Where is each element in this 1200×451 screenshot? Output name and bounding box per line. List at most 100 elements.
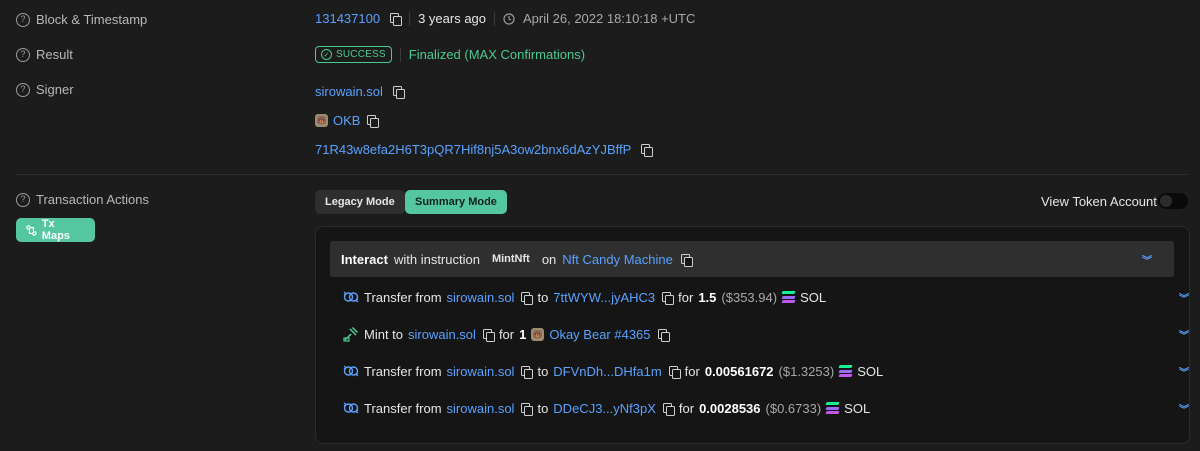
signer-primary-link[interactable]: sirowain.sol xyxy=(315,84,383,99)
action-usd: ($0.6733) xyxy=(765,400,822,416)
action-amount: 0.0028536 xyxy=(699,400,761,416)
instruction-code: MintNft xyxy=(491,253,530,265)
divider xyxy=(494,11,496,26)
sol-token-icon xyxy=(781,291,796,303)
instruction-interact: Interact xyxy=(341,251,388,267)
action-amount: 0.00561672 xyxy=(704,363,774,379)
action-verb: Transfer from xyxy=(364,289,442,305)
transfer-icon xyxy=(343,402,359,414)
action-to-link[interactable]: DDeCJ3...yNf3pX xyxy=(553,401,656,416)
signer-label: ? Signer xyxy=(16,82,74,97)
block-ago: 3 years ago xyxy=(418,11,487,26)
avatar: 🐻 xyxy=(315,114,328,127)
copy-icon[interactable] xyxy=(521,365,534,379)
view-token-account-label: View Token Account xyxy=(1041,194,1157,209)
copy-icon[interactable] xyxy=(367,115,380,128)
result-label-text: Result xyxy=(36,47,73,62)
instruction-on: on xyxy=(541,251,557,267)
signer-primary: sirowain.sol xyxy=(315,84,405,99)
action-usd: ($353.94) xyxy=(721,289,778,305)
copy-icon[interactable] xyxy=(657,328,670,342)
block-number-link[interactable]: 131437100 xyxy=(315,11,380,26)
summary-mode-label: Summary Mode xyxy=(415,196,497,208)
toggle-knob xyxy=(1160,195,1172,207)
action-verb: Mint to xyxy=(364,326,404,342)
copy-icon[interactable] xyxy=(390,13,403,26)
finality-status: Finalized (MAX Confirmations) xyxy=(408,47,586,62)
status-badge: ✓ SUCCESS xyxy=(315,46,392,63)
check-circle-icon: ✓ xyxy=(321,49,332,60)
signer-address: 71R43w8efa2H6T3pQR7Hif8nj5A3ow2bnx6dAzYJ… xyxy=(315,142,654,157)
transfer-icon xyxy=(343,365,359,377)
action-usd: ($1.3253) xyxy=(778,363,835,379)
action-for-word: for xyxy=(678,400,695,416)
transaction-actions-label: ? Transaction Actions xyxy=(16,192,149,207)
chevron-double-down-icon[interactable]: ︾ xyxy=(1179,290,1189,305)
block-timestamp: April 26, 2022 18:10:18 +UTC xyxy=(523,11,696,26)
action-row-transfer-2: Transfer from sirowain.sol to DFVnDh...D… xyxy=(343,363,1189,379)
action-for-word: for xyxy=(684,363,700,379)
action-from-link[interactable]: sirowain.sol xyxy=(447,290,515,305)
copy-icon[interactable] xyxy=(641,144,654,157)
action-for-word: for xyxy=(498,326,515,342)
chevron-double-down-icon[interactable]: ︾ xyxy=(1142,252,1152,267)
question-circle-icon[interactable]: ? xyxy=(16,192,30,207)
action-to-word: to xyxy=(537,289,549,305)
program-link[interactable]: Nft Candy Machine xyxy=(562,252,673,267)
result-label: ? Result xyxy=(16,47,73,62)
block-timestamp-value: 131437100 3 years ago April 26, 2022 18:… xyxy=(315,11,695,26)
signer-address-link[interactable]: 71R43w8efa2H6T3pQR7Hif8nj5A3ow2bnx6dAzYJ… xyxy=(315,142,631,157)
clock-icon xyxy=(503,12,515,25)
copy-icon[interactable] xyxy=(680,253,693,267)
actions-panel: Interact with instruction MintNft on Nft… xyxy=(315,226,1190,444)
action-from-link[interactable]: sirowain.sol xyxy=(447,401,515,416)
copy-icon[interactable] xyxy=(521,291,534,305)
legacy-mode-button[interactable]: Legacy Mode xyxy=(315,190,405,214)
action-row-transfer-1: Transfer from sirowain.sol to 7ttWYW...j… xyxy=(343,289,1189,305)
action-to-link[interactable]: 7ttWYW...jyAHC3 xyxy=(553,290,655,305)
question-circle-icon[interactable]: ? xyxy=(16,47,30,62)
nft-link[interactable]: Okay Bear #4365 xyxy=(549,327,650,342)
action-to-link[interactable]: DFVnDh...DHfa1m xyxy=(553,364,661,379)
signer-secondary: 🐻 OKB xyxy=(315,113,380,128)
copy-icon[interactable] xyxy=(662,402,675,416)
transaction-actions-label-text: Transaction Actions xyxy=(36,192,149,207)
chevron-double-down-icon[interactable]: ︾ xyxy=(1179,401,1189,416)
instruction-with: with instruction xyxy=(393,251,480,267)
action-verb: Transfer from xyxy=(364,363,442,379)
action-amount: 1 xyxy=(519,326,527,342)
instruction-header[interactable]: Interact with instruction MintNft on Nft… xyxy=(330,241,1174,277)
action-to-link[interactable]: sirowain.sol xyxy=(408,327,476,342)
divider xyxy=(399,47,401,62)
tx-maps-button[interactable]: Tx Maps xyxy=(16,218,95,242)
sol-token-icon xyxy=(825,402,840,414)
copy-icon[interactable] xyxy=(392,86,405,99)
action-for-word: for xyxy=(678,289,694,305)
action-from-link[interactable]: sirowain.sol xyxy=(447,364,515,379)
action-token: SOL xyxy=(857,363,884,379)
signer-secondary-link[interactable]: OKB xyxy=(333,113,360,128)
copy-icon[interactable] xyxy=(662,291,675,305)
action-to-word: to xyxy=(537,363,549,379)
tx-maps-icon xyxy=(26,224,37,236)
view-token-account-toggle[interactable] xyxy=(1158,193,1188,209)
question-circle-icon[interactable]: ? xyxy=(16,82,30,97)
copy-icon[interactable] xyxy=(482,328,495,342)
result-value: ✓ SUCCESS Finalized (MAX Confirmations) xyxy=(315,46,585,63)
action-row-transfer-3: Transfer from sirowain.sol to DDeCJ3...y… xyxy=(343,400,1189,416)
signer-label-text: Signer xyxy=(36,82,74,97)
chevron-double-down-icon[interactable]: ︾ xyxy=(1179,364,1189,379)
copy-icon[interactable] xyxy=(521,402,534,416)
status-badge-text: SUCCESS xyxy=(336,49,386,60)
chevron-double-down-icon[interactable]: ︾ xyxy=(1179,327,1189,342)
mint-icon xyxy=(343,326,359,342)
action-token: SOL xyxy=(800,289,827,305)
copy-icon[interactable] xyxy=(668,365,681,379)
question-circle-icon[interactable]: ? xyxy=(16,12,30,27)
action-row-mint: Mint to sirowain.sol for 1 🐻 Okay Bear #… xyxy=(343,326,1189,342)
block-timestamp-label: ? Block & Timestamp xyxy=(16,12,147,27)
transfer-icon xyxy=(343,291,359,303)
summary-mode-button[interactable]: Summary Mode xyxy=(405,190,507,214)
action-amount: 1.5 xyxy=(698,289,717,305)
divider xyxy=(409,11,411,26)
